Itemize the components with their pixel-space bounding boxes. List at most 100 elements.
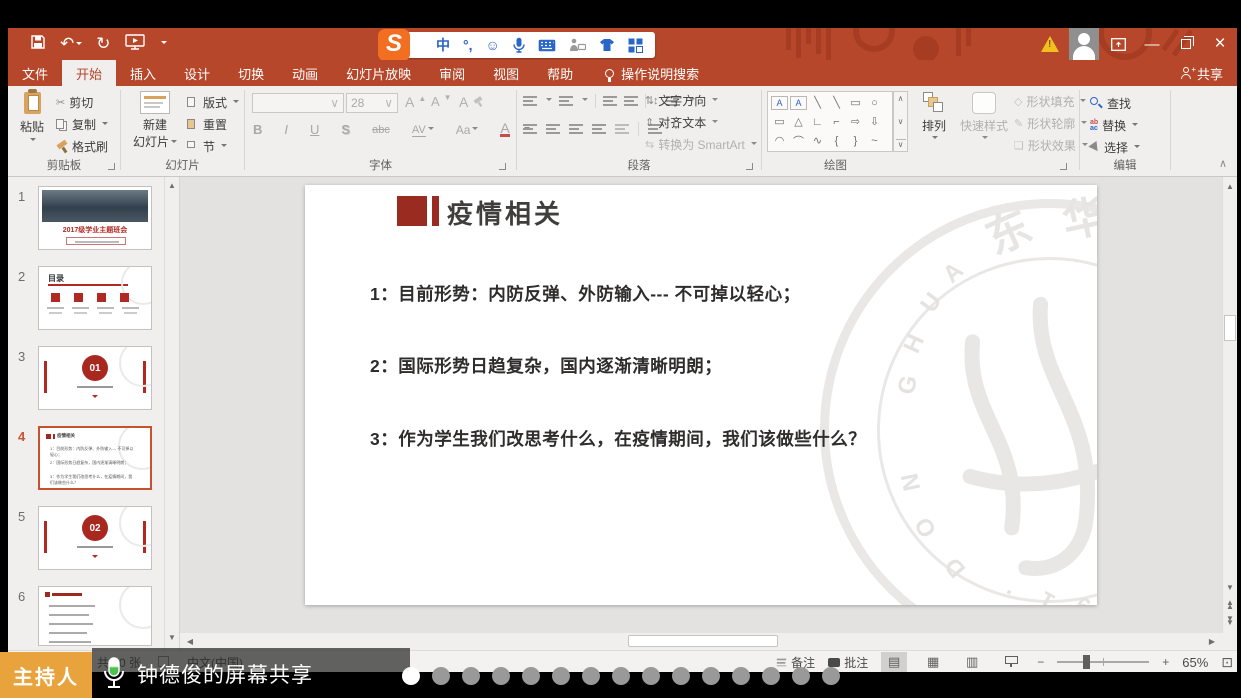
copy-dropdown-icon[interactable] xyxy=(102,122,108,128)
shape-cell[interactable]: △ xyxy=(790,113,807,130)
sogou-logo-icon[interactable]: S xyxy=(378,29,410,60)
ime-language-mode-icon[interactable]: 中 xyxy=(436,35,450,55)
strikethrough-button[interactable]: abc xyxy=(372,124,390,136)
shape-cell[interactable]: ▭ xyxy=(771,113,788,130)
save-icon[interactable] xyxy=(30,34,46,55)
drawing-dialog-launcher-icon[interactable] xyxy=(1060,163,1067,170)
bullets-dropdown-icon[interactable] xyxy=(546,98,552,104)
tab-transitions[interactable]: 切换 xyxy=(224,60,278,86)
undo-button[interactable]: ↶ xyxy=(60,31,82,57)
tab-design[interactable]: 设计 xyxy=(170,60,224,86)
shape-cell[interactable]: ∿ xyxy=(809,132,826,149)
shape-cell[interactable]: ∟ xyxy=(809,113,826,130)
normal-view-button[interactable]: ▤ xyxy=(881,652,907,672)
paste-button[interactable]: 粘贴 xyxy=(14,92,50,144)
zoom-slider[interactable] xyxy=(1057,655,1149,669)
ime-punctuation-icon[interactable]: °, xyxy=(463,37,473,53)
italic-button[interactable]: I xyxy=(284,122,288,137)
quick-styles-button[interactable]: 快速样式 xyxy=(958,92,1010,142)
shape-cell[interactable]: ◠ xyxy=(771,132,788,149)
new-slide-button[interactable]: 新建 幻灯片 xyxy=(133,91,177,150)
slide-title[interactable]: 疫情相关 xyxy=(447,194,563,231)
select-button[interactable]: 选择 xyxy=(1090,139,1140,156)
slide-thumbnail-3[interactable]: 01 xyxy=(38,346,152,410)
scroll-down-icon[interactable]: ▼ xyxy=(1223,583,1237,592)
slide-body-line-1[interactable]: 1：目前形势：内防反弹、外防输入--- 不可掉以轻心； xyxy=(370,281,801,306)
tab-animations[interactable]: 动画 xyxy=(278,60,332,86)
underline-button[interactable]: U xyxy=(310,122,319,137)
align-center-icon[interactable] xyxy=(546,123,560,136)
cut-button[interactable]: ✂ 剪切 xyxy=(56,94,93,111)
replace-button[interactable]: abac 替换 xyxy=(1090,117,1138,134)
arrange-button[interactable]: 排列 xyxy=(914,92,954,142)
gallery-more-icon[interactable]: ∨ xyxy=(896,139,906,149)
decrease-indent-icon[interactable] xyxy=(603,95,617,108)
redo-button[interactable]: ↻ xyxy=(96,31,110,57)
undo-dropdown-icon[interactable] xyxy=(76,42,82,48)
align-text-button[interactable]: ⇕ 对齐文本 xyxy=(645,114,718,131)
ime-skin-icon[interactable] xyxy=(599,38,615,52)
next-slide-icon[interactable]: ▼▼ xyxy=(1223,617,1237,625)
gallery-up-icon[interactable]: ∧ xyxy=(898,94,904,103)
align-right-icon[interactable] xyxy=(569,123,583,136)
align-left-icon[interactable] xyxy=(523,123,537,136)
tab-review[interactable]: 审阅 xyxy=(425,60,479,86)
shrink-font-button[interactable]: A▼ xyxy=(431,94,452,109)
format-painter-button[interactable]: 格式刷 xyxy=(56,138,108,155)
character-spacing-button[interactable]: AV xyxy=(412,124,434,136)
slide-body-line-3[interactable]: 3：作为学生我们改思考什么，在疫情期间，我们该做些什么？ xyxy=(370,426,866,451)
slide-thumbnail-6[interactable] xyxy=(38,586,152,646)
numbering-icon[interactable] xyxy=(559,95,573,108)
font-name-combo[interactable]: ∨ xyxy=(252,93,344,113)
ime-voice-icon[interactable] xyxy=(513,37,525,53)
slideshow-view-button[interactable] xyxy=(998,652,1024,672)
shape-cell[interactable]: } xyxy=(847,132,864,149)
slide-sorter-view-button[interactable]: ▦ xyxy=(920,652,946,672)
text-shadow-button[interactable]: S xyxy=(341,122,350,137)
tab-insert[interactable]: 插入 xyxy=(116,60,170,86)
tab-home[interactable]: 开始 xyxy=(62,60,116,86)
ime-handwriting-icon[interactable] xyxy=(569,38,586,52)
find-button[interactable]: 查找 xyxy=(1090,95,1131,112)
account-avatar[interactable] xyxy=(1067,28,1101,60)
fit-to-window-icon[interactable]: ⊡ xyxy=(1221,654,1233,671)
previous-slide-icon[interactable]: ▲▲ xyxy=(1223,601,1237,609)
font-size-combo[interactable]: 28∨ xyxy=(346,93,398,113)
ime-keyboard-icon[interactable] xyxy=(538,39,556,52)
paste-dropdown-icon[interactable] xyxy=(30,138,36,144)
justify-icon[interactable] xyxy=(592,123,606,136)
ribbon-display-options-icon[interactable] xyxy=(1101,28,1135,60)
shape-cell[interactable]: ╲ xyxy=(809,94,826,111)
upload-pending-warning-icon[interactable]: ! xyxy=(1033,28,1067,60)
microphone-icon[interactable] xyxy=(102,657,126,691)
restore-button[interactable] xyxy=(1169,28,1203,60)
zoom-out-button[interactable]: − xyxy=(1037,655,1044,669)
shape-cell[interactable]: ╲ xyxy=(828,94,845,111)
shape-cell[interactable]: ~ xyxy=(866,132,883,149)
shape-cell[interactable]: ○ xyxy=(866,94,883,111)
slide-thumbnail-5[interactable]: 02 xyxy=(38,506,152,570)
horizontal-scroll-thumb[interactable] xyxy=(628,635,778,647)
bullets-icon[interactable] xyxy=(523,95,537,108)
shape-cell[interactable]: { xyxy=(828,132,845,149)
grow-font-button[interactable]: A▲ xyxy=(405,94,426,110)
ime-emoji-icon[interactable]: ☺ xyxy=(486,37,500,53)
slide-body-line-2[interactable]: 2：国际形势日趋复杂，国内逐渐清晰明朗； xyxy=(370,353,722,378)
distribute-icon[interactable] xyxy=(615,123,629,136)
scroll-up-icon[interactable]: ▲ xyxy=(1223,182,1237,191)
copy-button[interactable]: 复制 xyxy=(56,116,108,133)
clear-formatting-button[interactable]: A xyxy=(459,94,484,110)
shape-fill-button[interactable]: ◇ 形状填充 xyxy=(1014,93,1086,110)
slide-thumbnail-1[interactable]: 2017级学业主题班会 xyxy=(38,186,152,250)
gallery-down-icon[interactable]: ∨ xyxy=(898,117,904,126)
ime-toolbox-icon[interactable] xyxy=(628,38,643,53)
text-direction-button[interactable]: ⇅ 文字方向 xyxy=(645,92,718,109)
minimize-button[interactable]: — xyxy=(1135,28,1169,60)
zoom-slider-thumb[interactable] xyxy=(1083,655,1090,669)
clipboard-dialog-launcher-icon[interactable] xyxy=(108,163,115,170)
scroll-right-icon[interactable]: ▶ xyxy=(1204,633,1220,650)
tab-slideshow[interactable]: 幻灯片放映 xyxy=(332,60,425,86)
reset-button[interactable]: 重置 xyxy=(187,116,227,133)
start-slideshow-icon[interactable] xyxy=(125,34,145,55)
quick-access-dropdown-icon[interactable] xyxy=(161,41,167,47)
